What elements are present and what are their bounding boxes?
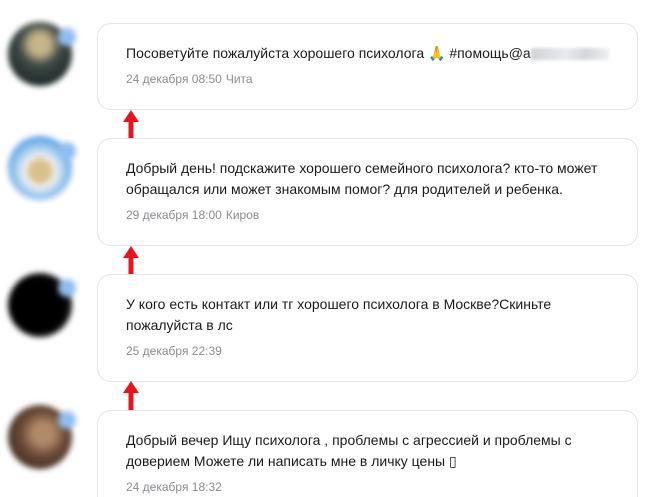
post-meta: 24 декабря 18:32: [126, 480, 222, 494]
post-feed: Посоветуйте пожалуйста хорошего психолог…: [0, 0, 646, 497]
post-card[interactable]: Добрый вечер Ищу психолога , проблемы с …: [97, 410, 638, 497]
avatar[interactable]: [8, 22, 76, 86]
post-text: У кого есть контакт или тг хорошего псих…: [126, 296, 552, 333]
redacted-text: [530, 48, 609, 61]
post-text: Посоветуйте пожалуйста хорошего психолог…: [126, 43, 617, 64]
post-card[interactable]: Посоветуйте пожалуйста хорошего психолог…: [97, 23, 638, 110]
post-text: Добрый день! подскажите хорошего семейно…: [126, 160, 598, 197]
online-badge-icon: [58, 28, 76, 46]
post-city[interactable]: Чита: [226, 72, 253, 86]
post-text: Добрый вечер Ищу психолога , проблемы с …: [126, 432, 572, 469]
post-date[interactable]: 29 декабря 18:00: [126, 208, 222, 222]
post-meta: 29 декабря 18:00 Киров: [126, 208, 259, 222]
avatar[interactable]: [8, 273, 76, 337]
online-badge-icon: [58, 279, 76, 297]
post-date[interactable]: 24 декабря 08:50: [126, 72, 222, 86]
post-text-content: Посоветуйте пожалуйста хорошего психолог…: [126, 45, 531, 61]
post-date[interactable]: 25 декабря 22:39: [126, 344, 222, 358]
post-meta: 24 декабря 08:50 Чита: [126, 72, 253, 86]
post-meta: 25 декабря 22:39: [126, 344, 222, 358]
red-up-arrow-icon: [123, 381, 139, 413]
avatar[interactable]: [8, 136, 76, 200]
post-date[interactable]: 24 декабря 18:32: [126, 480, 222, 494]
avatar[interactable]: [8, 405, 76, 469]
post-card[interactable]: Добрый день! подскажите хорошего семейно…: [97, 138, 638, 246]
post-city[interactable]: Киров: [226, 208, 259, 222]
online-badge-icon: [58, 142, 76, 160]
online-badge-icon: [58, 411, 76, 429]
post-card[interactable]: У кого есть контакт или тг хорошего псих…: [97, 274, 638, 382]
